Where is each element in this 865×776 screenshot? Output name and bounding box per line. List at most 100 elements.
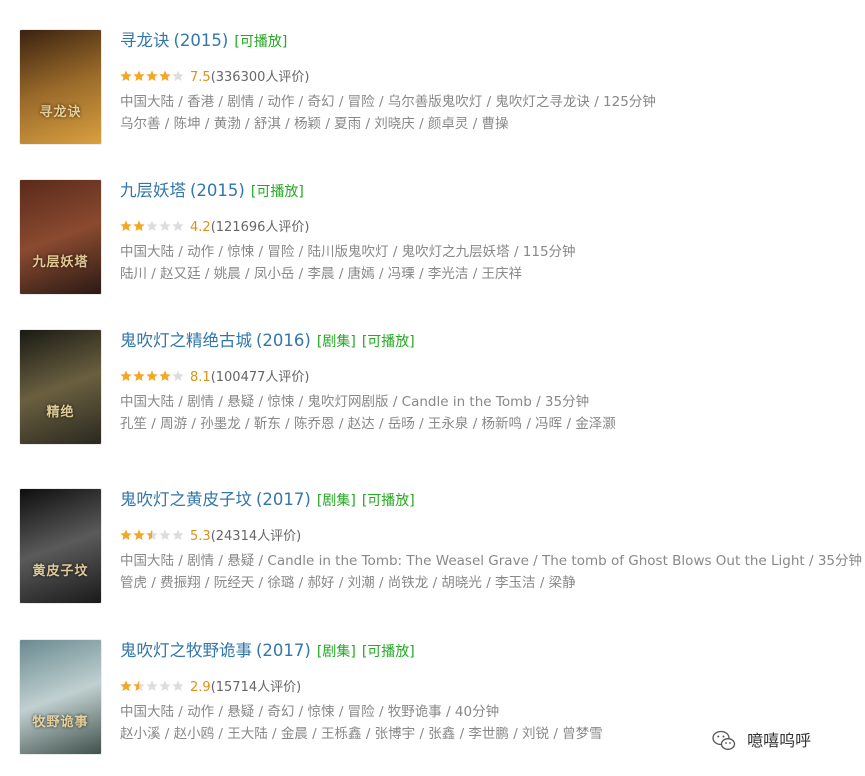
film-meta-genres: 中国大陆 / 动作 / 悬疑 / 奇幻 / 惊悚 / 冒险 / 牧野诡事 / 4… bbox=[120, 704, 500, 720]
star-icon bbox=[172, 680, 184, 691]
film-item: 精绝 鬼吹灯之精绝古城 (2016) [剧集] [可播放] 8.1(100477人评价… bbox=[20, 330, 860, 446]
film-year: (2015) bbox=[190, 181, 245, 200]
rating-stars bbox=[120, 680, 186, 692]
rating-line: 2.9(15714人评价) bbox=[120, 677, 301, 695]
film-meta-genres: 中国大陆 / 香港 / 剧情 / 动作 / 奇幻 / 冒险 / 乌尔善版鬼吹灯 … bbox=[120, 94, 656, 110]
film-poster[interactable]: 精绝 bbox=[20, 330, 101, 444]
stars-graphic bbox=[120, 680, 184, 691]
title-line: 鬼吹灯之精绝古城 (2016) [剧集] [可播放] bbox=[120, 330, 860, 352]
star-icon bbox=[159, 680, 171, 691]
title-line: 鬼吹灯之牧野诡事 (2017) [剧集] [可播放] bbox=[120, 640, 860, 662]
film-poster[interactable]: 牧野诡事 bbox=[20, 640, 101, 754]
film-item: 寻龙诀 寻龙诀 (2015) [可播放] 7.5(336300人评价) 中国大陆 /… bbox=[20, 30, 860, 146]
playable-tag: [可播放] bbox=[250, 184, 304, 200]
title-line: 鬼吹灯之黄皮子坟 (2017) [剧集] [可播放] bbox=[120, 489, 860, 511]
title-line: 寻龙诀 (2015) [可播放] bbox=[120, 30, 860, 52]
playable-tag: [可播放] bbox=[361, 334, 415, 350]
star-icon bbox=[146, 70, 158, 81]
star-icon bbox=[172, 220, 184, 231]
rating-stars bbox=[120, 220, 186, 232]
rating-score: 7.5 bbox=[190, 70, 211, 85]
star-icon bbox=[159, 529, 171, 540]
rating-score: 4.2 bbox=[190, 220, 211, 235]
rating-stars bbox=[120, 529, 186, 541]
star-icon bbox=[172, 70, 184, 81]
star-icon bbox=[120, 220, 132, 231]
rating-line: 4.2(121696人评价) bbox=[120, 217, 309, 235]
rating-votes: (100477人评价) bbox=[210, 370, 310, 385]
series-tag: [剧集] bbox=[316, 493, 356, 509]
poster-title: 九层妖塔 bbox=[32, 255, 89, 270]
film-title-link[interactable]: 寻龙诀 bbox=[120, 31, 170, 50]
rating-line: 5.3(24314人评价) bbox=[120, 526, 301, 544]
playable-tag: [可播放] bbox=[361, 644, 415, 660]
playable-tag: [可播放] bbox=[234, 34, 288, 50]
stars-graphic bbox=[120, 529, 184, 540]
playable-tag: [可播放] bbox=[361, 493, 415, 509]
film-meta-cast: 陆川 / 赵又廷 / 姚晨 / 凤小岳 / 李晨 / 唐嫣 / 冯瑮 / 李光洁… bbox=[120, 266, 523, 282]
rating-stars bbox=[120, 70, 186, 82]
rating-score: 5.3 bbox=[190, 529, 211, 544]
rating-score: 8.1 bbox=[190, 370, 211, 385]
film-poster[interactable]: 寻龙诀 bbox=[20, 30, 101, 144]
stars-graphic bbox=[120, 370, 184, 381]
film-title-link[interactable]: 鬼吹灯之黄皮子坟 bbox=[120, 490, 252, 509]
star-icon bbox=[120, 680, 132, 691]
film-year: (2017) bbox=[256, 490, 311, 509]
stars-graphic bbox=[120, 220, 184, 231]
star-icon bbox=[120, 70, 132, 81]
watermark-text: 噫嘻呜呼 bbox=[747, 730, 812, 750]
wechat-icon bbox=[712, 730, 736, 750]
star-icon bbox=[120, 370, 132, 381]
series-tag: [剧集] bbox=[316, 644, 356, 660]
watermark: 噫嘻呜呼 bbox=[712, 727, 811, 753]
star-icon bbox=[146, 680, 158, 691]
film-info: 寻龙诀 (2015) [可播放] 7.5(336300人评价) 中国大陆 / 香港 … bbox=[120, 30, 860, 132]
film-meta-cast: 孔笙 / 周游 / 孙墨龙 / 靳东 / 陈乔恩 / 赵达 / 岳旸 / 王永泉… bbox=[120, 416, 616, 432]
star-icon bbox=[133, 70, 145, 81]
poster-title: 寻龙诀 bbox=[39, 105, 82, 120]
film-item: 九层妖塔 九层妖塔 (2015) [可播放] 4.2(121696人评价) 中国大陆… bbox=[20, 180, 860, 296]
film-info: 鬼吹灯之精绝古城 (2016) [剧集] [可播放] 8.1(100477人评价) 中… bbox=[120, 330, 860, 432]
star-icon bbox=[133, 220, 145, 231]
film-info: 鬼吹灯之黄皮子坟 (2017) [剧集] [可播放] 5.3(24314人评价) 中国… bbox=[120, 489, 862, 591]
film-meta-cast: 管虎 / 费振翔 / 阮经天 / 徐璐 / 郝好 / 刘潮 / 尚铁龙 / 胡晓… bbox=[120, 575, 576, 591]
film-meta-genres: 中国大陆 / 剧情 / 悬疑 / 惊悚 / 鬼吹灯网剧版 / Candle in… bbox=[120, 394, 590, 410]
rating-stars bbox=[120, 370, 186, 382]
film-item: 黄皮子坟 鬼吹灯之黄皮子坟 (2017) [剧集] [可播放] 5.3(24314人评… bbox=[20, 489, 862, 605]
film-title-link[interactable]: 九层妖塔 bbox=[120, 181, 186, 200]
star-icon bbox=[159, 370, 171, 381]
rating-votes: (24314人评价) bbox=[210, 529, 302, 544]
film-meta-cast: 乌尔善 / 陈坤 / 黄渤 / 舒淇 / 杨颖 / 夏雨 / 刘晓庆 / 颜卓灵… bbox=[120, 116, 509, 132]
title-line: 九层妖塔 (2015) [可播放] bbox=[120, 180, 860, 202]
rating-votes: (121696人评价) bbox=[210, 220, 310, 235]
rating-votes: (15714人评价) bbox=[210, 680, 302, 695]
film-poster[interactable]: 九层妖塔 bbox=[20, 180, 101, 294]
film-info: 鬼吹灯之牧野诡事 (2017) [剧集] [可播放] 2.9(15714人评价) 中国… bbox=[120, 640, 860, 742]
rating-line: 8.1(100477人评价) bbox=[120, 367, 309, 385]
star-icon bbox=[159, 70, 171, 81]
film-info: 九层妖塔 (2015) [可播放] 4.2(121696人评价) 中国大陆 / 动作… bbox=[120, 180, 860, 282]
film-year: (2016) bbox=[256, 331, 311, 350]
film-meta-genres: 中国大陆 / 动作 / 惊悚 / 冒险 / 陆川版鬼吹灯 / 鬼吹灯之九层妖塔 … bbox=[120, 244, 576, 260]
film-poster[interactable]: 黄皮子坟 bbox=[20, 489, 101, 603]
rating-score: 2.9 bbox=[190, 680, 211, 695]
star-icon bbox=[133, 370, 145, 381]
film-title-link[interactable]: 鬼吹灯之精绝古城 bbox=[120, 331, 252, 350]
star-icon bbox=[146, 370, 158, 381]
rating-line: 7.5(336300人评价) bbox=[120, 67, 309, 85]
film-meta-cast: 赵小溪 / 赵小鸥 / 王大陆 / 金晨 / 王栎鑫 / 张博宇 / 张鑫 / … bbox=[120, 726, 603, 742]
rating-votes: (336300人评价) bbox=[210, 70, 310, 85]
film-meta-genres: 中国大陆 / 剧情 / 悬疑 / Candle in the Tomb: The… bbox=[120, 553, 863, 569]
star-icon bbox=[133, 680, 145, 691]
star-icon bbox=[172, 529, 184, 540]
star-icon bbox=[159, 220, 171, 231]
star-icon bbox=[146, 529, 158, 540]
star-icon bbox=[120, 529, 132, 540]
star-icon bbox=[133, 529, 145, 540]
film-year: (2017) bbox=[256, 641, 311, 660]
series-tag: [剧集] bbox=[316, 334, 356, 350]
poster-title: 精绝 bbox=[46, 405, 75, 420]
star-icon bbox=[172, 370, 184, 381]
film-title-link[interactable]: 鬼吹灯之牧野诡事 bbox=[120, 641, 252, 660]
